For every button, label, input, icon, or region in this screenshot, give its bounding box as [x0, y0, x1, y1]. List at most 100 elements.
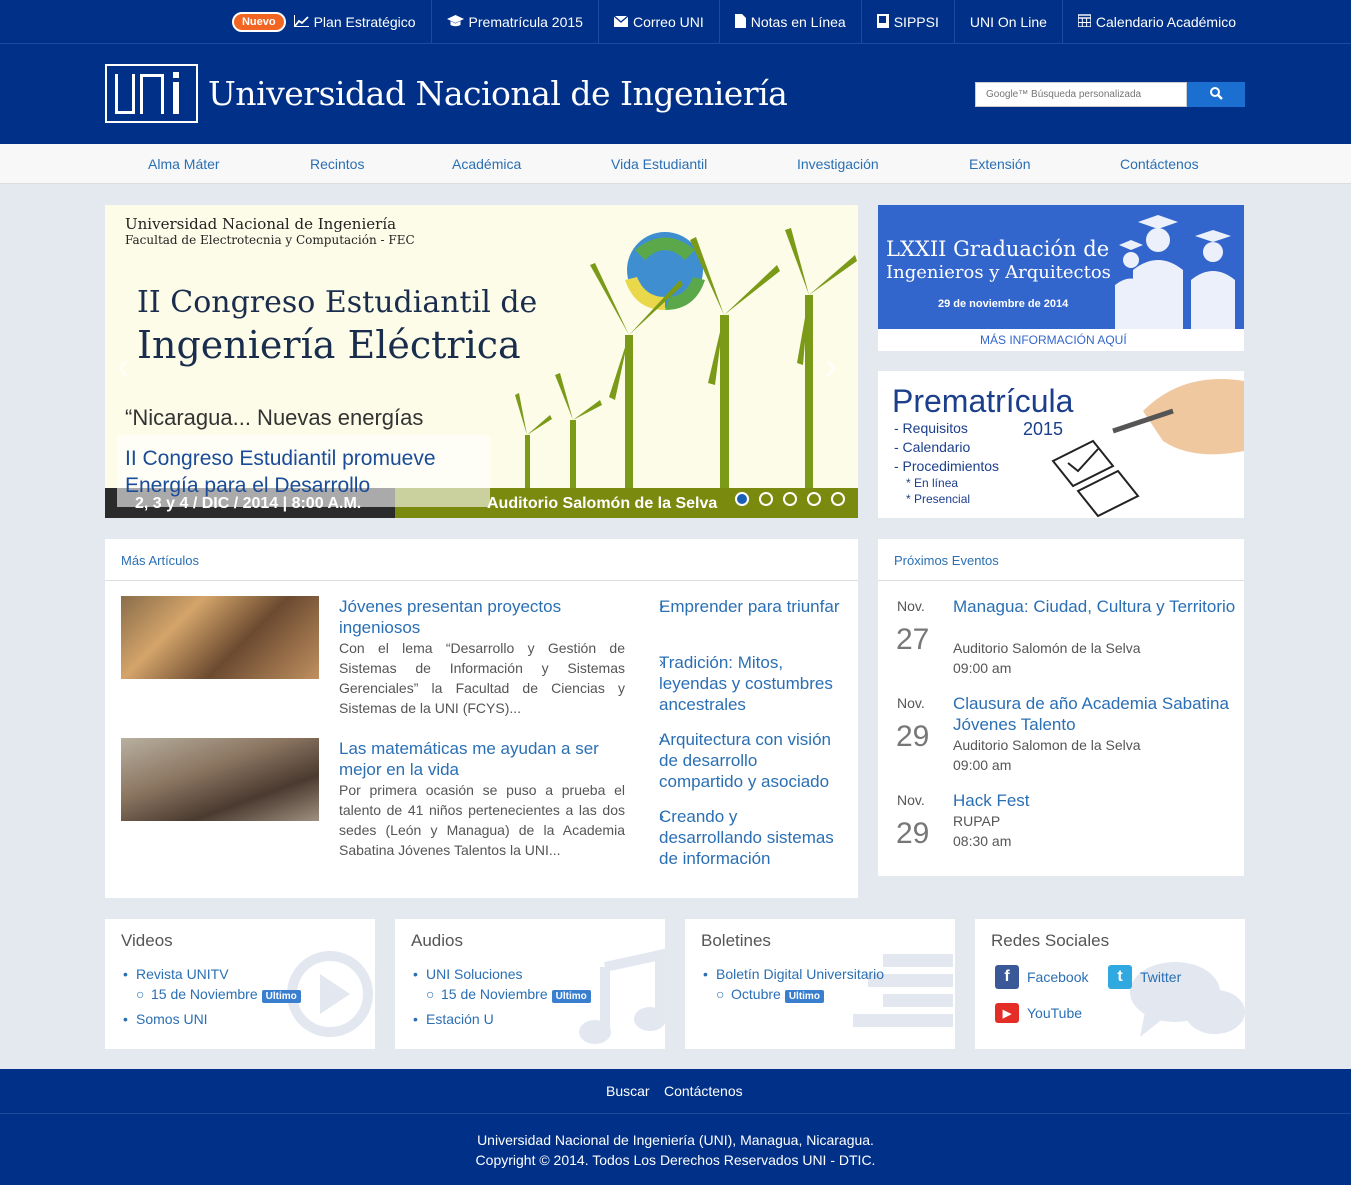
side-article-link[interactable]: › Tradición: Mitos, leyendas y costumbres…: [645, 652, 845, 715]
nav-item-academica[interactable]: Académica: [452, 156, 521, 172]
top-link-calendario[interactable]: Calendario Académico: [1063, 0, 1251, 44]
event-title[interactable]: Managua: Ciudad, Cultura y Territorio: [953, 596, 1243, 617]
chevron-right-icon: ›: [659, 598, 664, 615]
events-header: Próximos Eventos: [878, 539, 1244, 581]
event-time: 09:00 am: [953, 757, 1012, 773]
top-link-prematricula[interactable]: Prematrícula 2015: [432, 0, 599, 44]
graduation-title-2: Ingenieros y Arquitectos: [886, 262, 1111, 283]
side-article-label: Arquitectura con visión de desarrollo co…: [659, 730, 831, 791]
side-article-label: Emprender para triunfar: [659, 597, 840, 616]
videos-link-somos[interactable]: Somos UNI: [136, 1011, 208, 1027]
article-image[interactable]: [121, 738, 319, 821]
nav-item-alma-mater[interactable]: Alma Máter: [148, 156, 220, 172]
nav-item-investigacion[interactable]: Investigación: [797, 156, 879, 172]
bullet: •: [413, 1011, 418, 1027]
slide-caption[interactable]: II Congreso Estudiantil promueve Energía…: [117, 435, 490, 507]
article-image[interactable]: [121, 596, 319, 679]
slider-dot[interactable]: [807, 492, 821, 506]
slider-dot[interactable]: [783, 492, 797, 506]
footer-link-buscar[interactable]: Buscar: [606, 1083, 650, 1099]
logo-shape: [115, 74, 135, 114]
bullet: •: [703, 966, 708, 982]
twitter-label: Twitter: [1140, 969, 1182, 985]
slider-dot[interactable]: [831, 492, 845, 506]
site-title[interactable]: Universidad Nacional de Ingeniería: [208, 74, 788, 113]
top-link-unionline[interactable]: UNI On Line: [955, 0, 1063, 44]
videos-link-revista[interactable]: Revista UNITV: [136, 966, 229, 982]
bullet: ○: [716, 986, 725, 1002]
featured-slider[interactable]: Universidad Nacional de Ingeniería Facul…: [105, 205, 858, 518]
slider-dot[interactable]: [735, 492, 749, 506]
slider-prev-arrow[interactable]: ‹: [117, 345, 129, 387]
prematricula-sublist: * En línea * Presencial: [906, 475, 970, 507]
logo-shape: [173, 72, 179, 78]
nav-item-vida-estudiantil[interactable]: Vida Estudiantil: [611, 156, 707, 172]
prematricula-item: - Requisitos: [894, 420, 968, 436]
boletines-box: Boletines • Boletín Digital Universitari…: [685, 919, 955, 1049]
ultimo-badge: Ultimo: [784, 990, 824, 1003]
nav-item-extension[interactable]: Extensión: [969, 156, 1030, 172]
boletines-sublink[interactable]: Octubre Ultimo: [731, 986, 824, 1003]
nav-item-contactenos[interactable]: Contáctenos: [1120, 156, 1199, 172]
side-article-link[interactable]: › Emprender para triunfar: [645, 596, 845, 617]
top-link-correo[interactable]: Correo UNI: [599, 0, 720, 44]
event-title[interactable]: Hack Fest: [953, 790, 1243, 811]
graduation-date: 29 de noviembre de 2014: [938, 298, 1069, 310]
audios-sublink-label: 15 de Noviembre: [441, 986, 548, 1002]
list-lines-icon: [853, 954, 953, 1027]
chevron-right-icon: ›: [659, 808, 664, 825]
videos-box: Videos • Revista UNITV ○ 15 de Noviembre…: [105, 919, 375, 1049]
videos-sublink-label: 15 de Noviembre: [151, 986, 258, 1002]
new-badge: Nuevo: [231, 12, 286, 32]
bullet: •: [123, 1011, 128, 1027]
facebook-link[interactable]: f Facebook: [995, 965, 1088, 989]
audios-sublink[interactable]: 15 de Noviembre Ultimo: [441, 986, 591, 1003]
side-article-link[interactable]: › Creando y desarrollando sistemas de inf…: [645, 806, 845, 869]
event-time: 09:00 am: [953, 660, 1012, 676]
event-title[interactable]: Clausura de año Academia Sabatina Jóvene…: [953, 693, 1243, 735]
footer-link-contactenos[interactable]: Contáctenos: [664, 1083, 743, 1099]
prematricula-subitem: * Presencial: [906, 492, 971, 506]
bullet: •: [123, 966, 128, 982]
slider-next-arrow[interactable]: ›: [825, 345, 837, 387]
article-title[interactable]: Las matemáticas me ayudan a ser mejor en…: [339, 738, 609, 780]
side-article-link[interactable]: › Arquitectura con visión de desarrollo c…: [645, 729, 845, 792]
events-panel: Próximos Eventos Nov. 27 Managua: Ciudad…: [878, 539, 1244, 876]
event-day: 27: [896, 623, 930, 656]
bullet: ○: [426, 986, 435, 1002]
nav-item-recintos[interactable]: Recintos: [310, 156, 364, 172]
article-title[interactable]: Jóvenes presentan proyectos ingeniosos: [339, 596, 609, 638]
chevron-right-icon: ›: [659, 654, 664, 671]
prematricula-year: 2015: [1023, 419, 1064, 439]
top-link-plan[interactable]: Nuevo Plan Estratégico: [217, 0, 432, 44]
twitter-link[interactable]: t Twitter: [1108, 965, 1181, 989]
search-input[interactable]: [975, 82, 1187, 107]
uni-logo[interactable]: [105, 64, 198, 123]
audios-link-soluciones[interactable]: UNI Soluciones: [426, 966, 523, 982]
top-link-notas[interactable]: Notas en Línea: [720, 0, 862, 44]
graduation-cap-icon: [446, 14, 464, 30]
envelope-icon: [613, 15, 629, 30]
slider-dot[interactable]: [759, 492, 773, 506]
slide-headline-2: Ingeniería Eléctrica: [137, 323, 521, 367]
ultimo-badge: Ultimo: [551, 990, 591, 1003]
videos-sublink[interactable]: 15 de Noviembre Ultimo: [151, 986, 301, 1003]
boletines-sublink-label: Octubre: [731, 986, 781, 1002]
footer-line-2: Copyright © 2014. Todos Los Derechos Res…: [475, 1152, 876, 1168]
audios-box: Audios • UNI Soluciones ○ 15 de Noviembr…: [395, 919, 665, 1049]
graduation-banner[interactable]: LXXII Graduación de Ingenieros y Arquite…: [878, 205, 1244, 351]
top-link-sippsi[interactable]: SIPPSI: [862, 0, 955, 44]
prematricula-title: Prematrícula: [892, 383, 1074, 419]
top-link-label: UNI On Line: [969, 14, 1047, 30]
slide-headline-1: II Congreso Estudiantil de: [137, 285, 538, 320]
ultimo-badge: Ultimo: [261, 990, 301, 1003]
graduation-more-info[interactable]: MÁS INFORMACIÓN AQUÍ: [980, 333, 1127, 347]
search-button[interactable]: [1187, 82, 1245, 107]
youtube-link[interactable]: ▶ YouTube: [995, 1003, 1082, 1023]
audios-link-estacion[interactable]: Estación U: [426, 1011, 494, 1027]
logo-shape: [140, 74, 164, 114]
youtube-label: YouTube: [1027, 1005, 1083, 1021]
prematricula-banner[interactable]: Prematrícula 2015 - Requisitos - Calenda…: [878, 371, 1244, 518]
boletines-link-digital[interactable]: Boletín Digital Universitario: [716, 966, 884, 982]
event-month: Nov.: [897, 695, 925, 711]
